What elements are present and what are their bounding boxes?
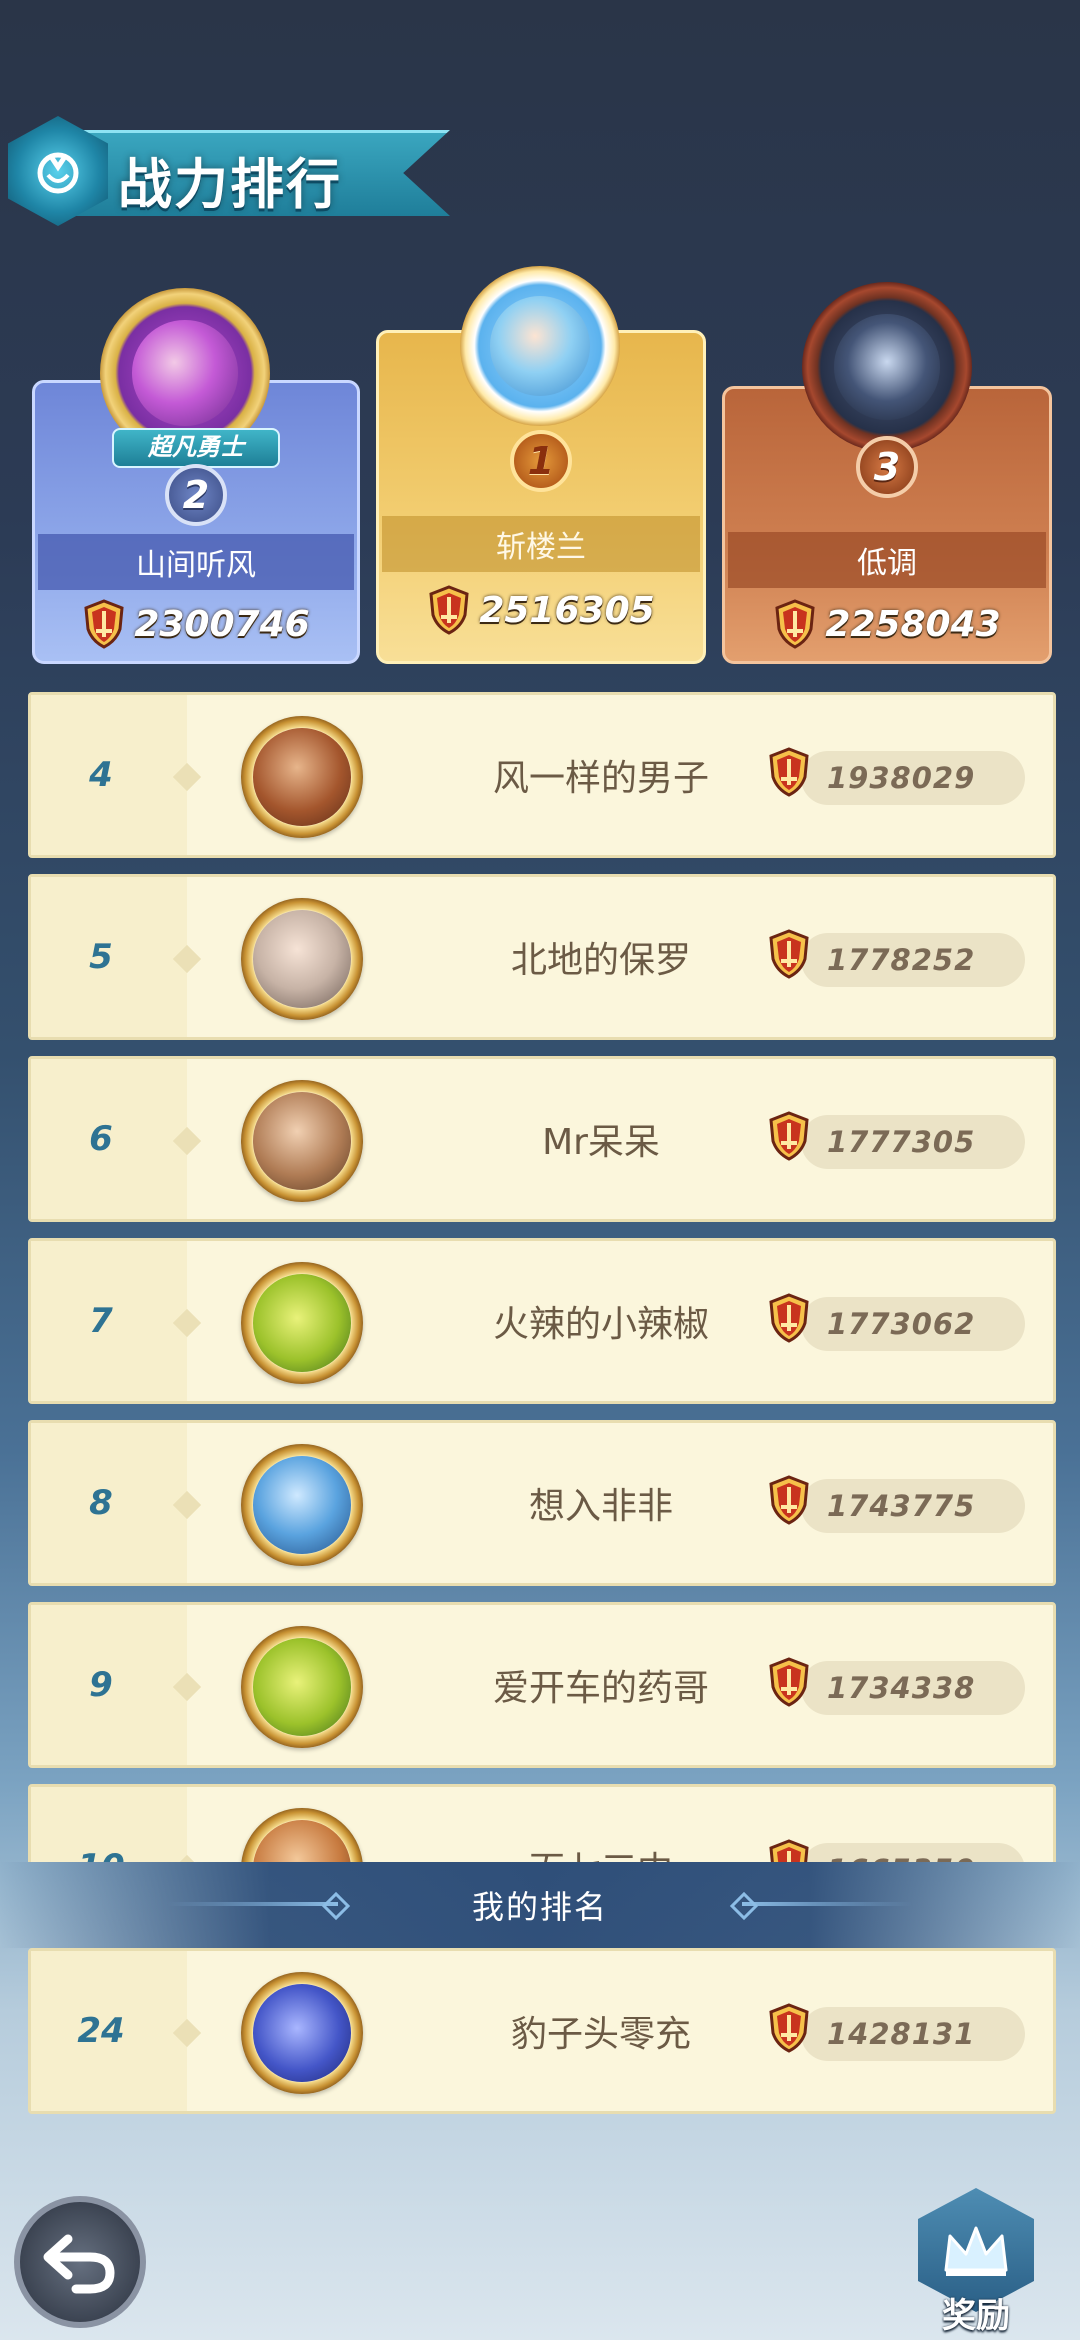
shield-sword-icon (775, 599, 815, 649)
power-value: 1665350 (827, 1843, 1007, 1862)
list-item[interactable]: 10 百七三中 1665350 (28, 1784, 1056, 1862)
power-display: 2516305 (376, 580, 706, 640)
reward-label: 奖励 (942, 2296, 1010, 2336)
rank-number: 6 (89, 1119, 113, 1159)
avatar[interactable] (237, 709, 367, 845)
divider-ornament (168, 1902, 338, 1906)
list-item[interactable]: 4 风一样的男子 1938029 (28, 692, 1056, 858)
player-name: 低调 (728, 532, 1046, 588)
player-name: 豹子头零充 (510, 2014, 691, 2055)
player-name: 风一样的男子 (492, 758, 709, 799)
power-value: 1743775 (827, 1489, 976, 1523)
crown-icon (944, 2226, 1008, 2276)
power-display: 2258043 (722, 594, 1052, 654)
avatar[interactable] (237, 1801, 367, 1862)
avatar-image (253, 1274, 351, 1372)
shield-sword-icon (84, 599, 124, 649)
my-ranking-label: 我的排名 (471, 1888, 608, 1926)
title-badge: 超凡勇士 (112, 428, 280, 468)
shield-sword-icon (429, 585, 469, 635)
power-value: 1428131 (827, 2017, 976, 2051)
power-display: 2300746 (32, 594, 360, 654)
rank-number: 24 (77, 2011, 125, 2051)
my-ranking-header: 我的排名 (0, 1862, 1080, 1948)
power-value: 1778252 (827, 943, 976, 977)
player-name: 火辣的小辣椒 (492, 1304, 709, 1345)
list-item[interactable]: 5 北地的保罗 1778252 (28, 874, 1056, 1040)
avatar-image (253, 910, 351, 1008)
list-item[interactable]: 7 火辣的小辣椒 1773062 (28, 1238, 1056, 1404)
player-name: 想入非非 (528, 1486, 673, 1527)
avatar[interactable] (460, 266, 620, 426)
avatar-image (253, 1820, 351, 1862)
avatar-image (253, 728, 351, 826)
divider-ornament (742, 1902, 912, 1906)
power-value: 1938029 (827, 761, 976, 795)
player-name: 山间听风 (38, 534, 354, 590)
shield-sword-icon (769, 747, 809, 797)
power-value: 1734338 (827, 1671, 976, 1705)
avatar[interactable] (237, 1965, 367, 2101)
rank-number: 4 (89, 755, 113, 795)
avatar-image (834, 314, 940, 420)
podium-card-2[interactable]: 超凡勇士 2 山间听风 2300746 (32, 288, 360, 664)
ranking-list[interactable]: 4 风一样的男子 1938029 5 北地的保罗 1778252 6 Mr呆呆 … (28, 692, 1056, 1862)
page-header: 战力排行 (0, 110, 460, 230)
my-ranking-row[interactable]: 24 豹子头零充 1428131 (28, 1948, 1056, 2114)
avatar[interactable] (237, 1255, 367, 1391)
rank-number: 7 (89, 1301, 113, 1341)
list-item[interactable]: 9 爱开车的药哥 1734338 (28, 1602, 1056, 1768)
avatar[interactable] (237, 891, 367, 1027)
avatar[interactable] (237, 1073, 367, 1209)
avatar-image (253, 1984, 351, 2082)
player-name: Mr呆呆 (542, 1122, 660, 1163)
power-value: 1777305 (827, 1125, 976, 1159)
rank-number: 10 (31, 1787, 171, 1862)
avatar-image (132, 320, 238, 426)
page-title: 战力排行 (118, 153, 342, 216)
avatar[interactable] (802, 282, 972, 452)
avatar[interactable] (237, 1437, 367, 1573)
power-value: 1773062 (827, 1307, 976, 1341)
shield-sword-icon (769, 1475, 809, 1525)
shield-sword-icon (769, 2003, 809, 2053)
shield-sword-icon (769, 1839, 809, 1862)
rank-number: 9 (89, 1665, 113, 1705)
shield-sword-icon (769, 929, 809, 979)
rank-number: 5 (89, 937, 113, 977)
list-item[interactable]: 6 Mr呆呆 1777305 (28, 1056, 1056, 1222)
avatar-image (253, 1638, 351, 1736)
back-arrow-icon (43, 2234, 115, 2294)
player-name: 爱开车的药哥 (492, 1668, 709, 1709)
player-name: 百七三中 (411, 1787, 791, 1862)
power-value: 2300746 (134, 603, 310, 645)
list-item[interactable]: 8 想入非非 1743775 (28, 1420, 1056, 1586)
shield-sword-icon (769, 1293, 809, 1343)
power-value: 2258043 (825, 603, 1001, 645)
shield-sword-icon (769, 1657, 809, 1707)
podium-card-3[interactable]: 3 低调 2258043 (722, 282, 1052, 664)
avatar-image (253, 1456, 351, 1554)
rank-medal: 2 (165, 464, 227, 526)
rank-number: 8 (89, 1483, 113, 1523)
player-name: 斩楼兰 (382, 516, 700, 572)
player-name: 北地的保罗 (510, 940, 691, 981)
power-value: 2516305 (479, 589, 655, 631)
avatar[interactable] (237, 1619, 367, 1755)
avatar-image (490, 296, 590, 396)
rank-medal: 3 (856, 436, 918, 498)
podium-card-1[interactable]: 1 斩楼兰 2516305 (376, 266, 706, 664)
rank-medal: 1 (510, 430, 572, 492)
reward-button[interactable]: 奖励 (912, 2188, 1040, 2338)
avatar-image (253, 1092, 351, 1190)
back-button[interactable] (14, 2196, 146, 2328)
shield-sword-icon (769, 1111, 809, 1161)
